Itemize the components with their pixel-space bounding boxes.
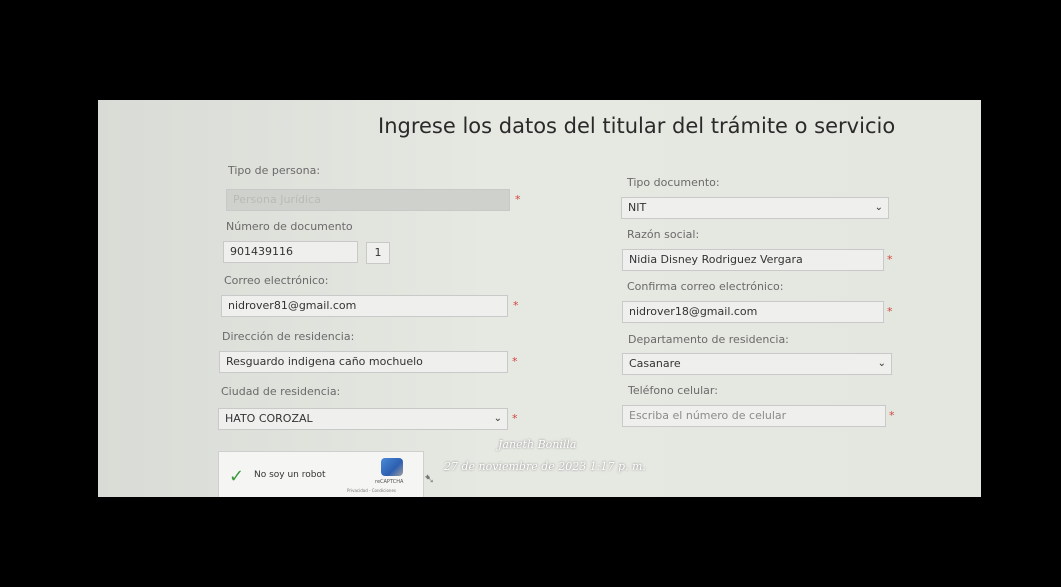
direccion-input[interactable]: Resguardo indigena caño mochuelo xyxy=(219,351,508,373)
confirma-correo-label: Confirma correo electrónico: xyxy=(627,280,784,293)
chevron-down-icon: ⌄ xyxy=(493,413,502,424)
tipo-documento-select[interactable]: NIT ⌄ xyxy=(621,197,889,219)
recaptcha-brand: reCAPTCHA xyxy=(375,479,404,485)
telefono-input[interactable]: Escriba el número de celular xyxy=(622,405,886,427)
correo-input[interactable]: nidrover81@gmail.com xyxy=(221,295,508,317)
correo-label: Correo electrónico: xyxy=(224,274,329,287)
tipo-persona-label: Tipo de persona: xyxy=(228,164,321,177)
checkmark-icon[interactable]: ✓ xyxy=(229,466,244,487)
chevron-down-icon: ⌄ xyxy=(877,358,886,369)
numero-documento-input[interactable]: 901439116 xyxy=(223,241,358,263)
digito-verificacion-input[interactable]: 1 xyxy=(366,242,390,264)
tipo-persona-field: Persona Jurídica xyxy=(226,189,510,211)
page-title: Ingrese los datos del titular del trámit… xyxy=(378,114,896,138)
telefono-label: Teléfono celular: xyxy=(628,384,718,397)
mouse-cursor-icon: ➷ xyxy=(424,472,435,487)
recaptcha-links[interactable]: Privacidad - Condiciones xyxy=(347,488,396,493)
numero-documento-label: Número de documento xyxy=(226,220,353,233)
required-mark: * xyxy=(887,253,893,266)
recaptcha-widget[interactable]: ✓ No soy un robot reCAPTCHA Privacidad -… xyxy=(218,451,424,497)
confirma-correo-input[interactable]: nidrover18@gmail.com xyxy=(622,301,884,323)
ciudad-value: HATO COROZAL xyxy=(225,412,313,425)
required-mark: * xyxy=(513,299,519,312)
ciudad-select[interactable]: HATO COROZAL ⌄ xyxy=(218,408,508,430)
departamento-label: Departamento de residencia: xyxy=(628,333,789,346)
direccion-label: Dirección de residencia: xyxy=(222,330,355,343)
required-mark: * xyxy=(887,305,893,318)
departamento-select[interactable]: Casanare ⌄ xyxy=(622,353,892,375)
chevron-down-icon: ⌄ xyxy=(874,202,883,213)
razon-social-input[interactable]: Nidia Disney Rodriguez Vergara xyxy=(622,249,884,271)
form-screen: Ingrese los datos del titular del trámit… xyxy=(98,100,981,497)
razon-social-label: Razón social: xyxy=(627,228,700,241)
tipo-documento-value: NIT xyxy=(628,201,647,214)
recaptcha-logo-icon xyxy=(381,458,403,476)
watermark-name: Janeth Bonilla xyxy=(498,438,577,451)
required-mark: * xyxy=(512,412,518,425)
departamento-value: Casanare xyxy=(629,357,681,370)
recaptcha-label: No soy un robot xyxy=(254,470,326,480)
watermark-date: 27 de noviembre de 2023 1:17 p. m. xyxy=(444,460,646,473)
tipo-documento-label: Tipo documento: xyxy=(627,176,720,189)
required-mark: * xyxy=(512,355,518,368)
ciudad-label: Ciudad de residencia: xyxy=(221,385,341,398)
required-mark: * xyxy=(889,409,895,422)
required-mark: * xyxy=(515,193,521,206)
